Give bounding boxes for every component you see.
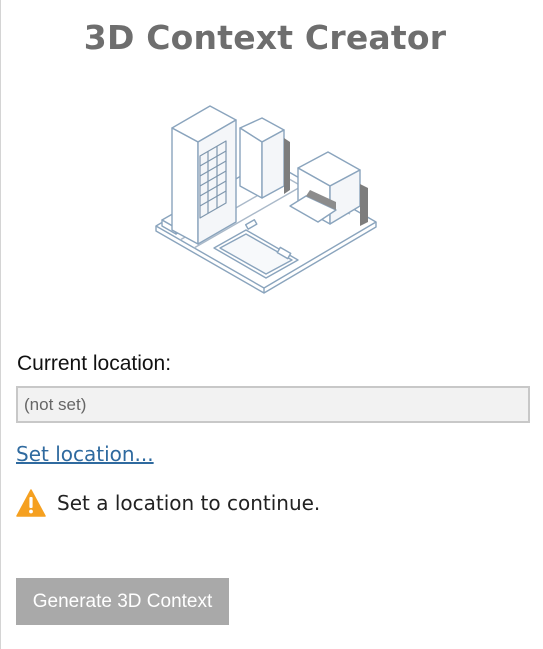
- warning-text: Set a location to continue.: [57, 491, 321, 515]
- generate-3d-context-button[interactable]: Generate 3D Context: [16, 578, 229, 625]
- current-location-label: Current location:: [17, 352, 172, 375]
- page-title: 3D Context Creator: [83, 18, 447, 57]
- warning-message: Set a location to continue.: [16, 488, 320, 518]
- city-block-isometric-icon: [155, 105, 377, 294]
- panel-left-border: [0, 0, 1, 649]
- set-location-link[interactable]: Set location...: [16, 442, 154, 466]
- current-location-field: (not set): [16, 386, 530, 423]
- warning-triangle-icon: [16, 489, 46, 517]
